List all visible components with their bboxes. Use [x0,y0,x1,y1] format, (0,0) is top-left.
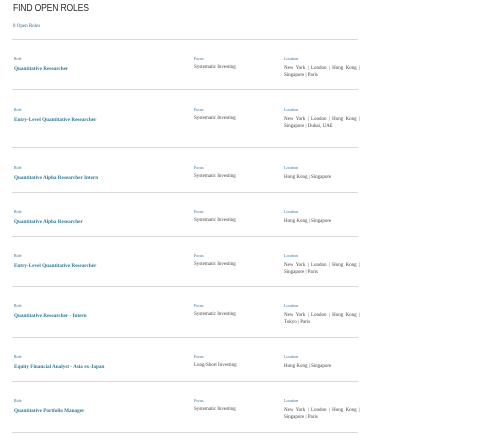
role-label: Role [14,253,22,258]
role-location: New York | London | Hong Kong | Singapor… [284,263,360,275]
role-location: New York | London | Hong Kong | Tokyo | … [284,313,360,325]
focus-label: Focus [194,398,204,403]
role-location: New York | London | Hong Kong | Singapor… [284,117,360,129]
page-title: FIND OPEN ROLES [13,3,89,14]
role-label: Role [14,209,22,214]
role-row[interactable]: Role Focus Location Quantitative Researcher… [12,303,360,333]
role-title-link[interactable]: Entry-Level Quantitative Researcher [14,117,96,123]
role-focus: Systematic Investing [194,218,236,223]
focus-label: Focus [194,56,204,61]
location-label: Location [284,165,299,170]
location-label: Location [284,107,299,112]
role-location: New York | London | Hong Kong | Singapor… [284,66,360,78]
location-label: Location [284,209,299,214]
divider [12,89,358,90]
careers-page: FIND OPEN ROLES 8 Open Roles Role Focus Lo… [0,0,500,442]
role-title-link[interactable]: Quantitative Alpha Researcher [14,219,83,225]
divider [12,432,358,433]
open-roles-count: 8 Open Roles [13,24,41,29]
focus-label: Focus [194,165,204,170]
role-focus: Systematic Investing [194,65,236,70]
role-row[interactable]: Role Focus Location Quantitative Researcher… [12,56,360,86]
divider [12,147,358,148]
role-row[interactable]: Role Focus Location Quantitative Alpha Rese… [12,165,358,195]
role-focus: Systematic Investing [194,262,236,267]
role-location: Hong Kong | Singapore [284,364,332,369]
role-label: Role [14,107,22,112]
divider [12,192,358,193]
role-title-link[interactable]: Quantitative Alpha Researcher Intern [14,175,98,181]
role-row[interactable]: Role Focus Location Entry-Level Quantitativ… [12,107,360,137]
divider [12,286,358,287]
role-row[interactable]: Role Focus Location Entry-Level Quantitativ… [12,253,360,283]
focus-label: Focus [194,354,204,359]
role-focus: Systematic Investing [194,407,236,412]
divider [12,381,358,382]
role-focus: Long/Short Investing [194,363,237,368]
role-title-link[interactable]: Quantitative Researcher - Intern [14,313,87,319]
location-label: Location [284,354,299,359]
focus-label: Focus [194,253,204,258]
role-label: Role [14,165,22,170]
role-title-link[interactable]: Quantitative Researcher [14,66,68,72]
role-location: Hong Kong | Singapore [284,175,332,180]
role-focus: Systematic Investing [194,116,236,121]
role-focus: Systematic Investing [194,312,236,317]
role-label: Role [14,354,22,359]
divider [12,236,358,237]
role-focus: Systematic Investing [194,174,236,179]
role-label: Role [14,56,22,61]
focus-label: Focus [194,107,204,112]
location-label: Location [284,56,299,61]
role-label: Role [14,398,22,403]
focus-label: Focus [194,303,204,308]
role-row[interactable]: Role Focus Location Equity Financial Analys… [12,354,358,384]
location-label: Location [284,303,299,308]
divider [12,337,358,338]
role-label: Role [14,303,22,308]
role-location: New York | London | Hong Kong | Singapor… [284,408,360,420]
role-title-link[interactable]: Equity Financial Analyst - Asia ex-Japan [14,364,104,370]
location-label: Location [284,253,299,258]
role-location: Hong Kong | Singapore [284,219,332,224]
focus-label: Focus [194,209,204,214]
role-title-link[interactable]: Entry-Level Quantitative Researcher [14,263,96,269]
role-title-link[interactable]: Quantitative Portfolio Manager [14,408,84,414]
role-row[interactable]: Role Focus Location Quantitative Portfolio … [12,398,360,428]
divider [12,39,358,40]
role-row[interactable]: Role Focus Location Quantitative Alpha Rese… [12,209,358,239]
location-label: Location [284,398,299,403]
